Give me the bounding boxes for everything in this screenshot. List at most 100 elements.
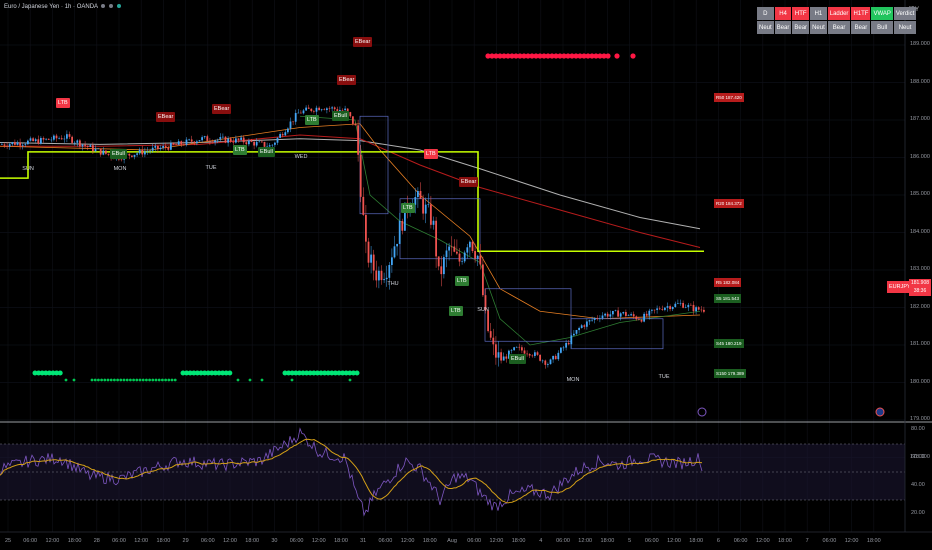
candle-body [518,346,521,348]
candle-body [534,352,536,356]
signal-marker: EBear [459,177,479,187]
candle-body [606,313,609,317]
price-axis-label: 188.000 [910,78,930,85]
candle-body [690,304,692,306]
bar-countdown: 38:36 [913,288,927,294]
price-axis-label: 185.000 [910,191,930,197]
candle-body [94,148,97,152]
candle-body [541,360,544,362]
time-axis-label: 06:00 [556,538,570,544]
signal-marker: EBull [509,354,526,364]
time-axis-label: 6 [716,538,720,544]
candle-body [547,364,549,365]
candle-body [229,138,232,142]
candle-body [560,347,562,353]
candle-body [68,134,71,137]
candle-body [692,304,695,312]
bull-signal-dot-small [141,378,145,382]
bull-signal-dot-small [161,378,164,382]
candle-body [497,352,500,358]
candle-body [297,112,300,114]
bull-signal-dot-small [109,378,113,382]
candle-body [528,354,531,356]
bull-signal-dot [227,370,233,376]
candle-body [203,136,206,138]
session-day-label: SUN [22,166,34,172]
candle-body [320,109,323,111]
signal-marker: EBull [258,147,275,157]
bull-signal-dot-small [64,378,68,382]
candle-body [513,347,515,351]
candle-body [396,243,398,247]
range-box [484,288,572,342]
verdict-table: D H4 HTF H1 Ladder H1TF VWAP Verdict Neut Bear Be… [756,6,917,35]
candle-body [50,139,53,141]
candle-body [417,190,419,197]
candle-body [549,359,552,365]
candle-body [240,137,242,140]
candle-body [315,107,318,112]
candle-body [521,347,523,351]
candle-body [37,139,40,144]
candle-body [461,261,463,262]
candle-body [58,138,60,139]
candle-body [445,250,448,258]
candle-body [34,139,37,142]
candle-body [128,153,131,156]
candle-body [136,153,138,155]
candle-body [697,307,700,310]
candle-body [502,356,505,361]
candle-body [146,151,149,152]
verdict-header-vwap: VWAP [871,7,893,20]
candle-body [557,352,560,360]
signal-dots [32,53,885,417]
candle-body [271,144,274,146]
candle-body [71,136,73,143]
candle-body [515,346,518,348]
candle-body [609,314,612,317]
event-icon [875,407,885,417]
candle-body [580,325,583,328]
candle-body [237,138,240,140]
level-tag: S45 180.219 [714,339,744,348]
candle-body [703,309,705,312]
time-axis-label: 31 [360,538,367,544]
rsi-pane[interactable] [0,427,905,517]
candle-body [76,140,79,143]
candle-body [6,145,8,147]
candle-body [474,251,476,259]
chart-canvas[interactable] [0,0,932,550]
candle-body [567,342,570,345]
price-axis-label: 182.000 [910,303,930,310]
verdict-table-header-row: D H4 HTF H1 Ladder H1TF VWAP Verdict [757,7,917,20]
candle-body [164,146,167,148]
time-axis-label: 06:00 [733,538,748,544]
candle-body [144,151,146,155]
bull-signal-dot-small [72,378,76,382]
time-axis-label: 12:00 [45,538,60,544]
bull-signal-dot-small [138,378,142,382]
candle-body [424,204,427,214]
time-axis-label: 30 [271,538,278,544]
price-axis-label: 189.000 [910,41,930,47]
time-axis-label: 12:00 [400,538,415,544]
signal-marker: EBear [337,75,357,85]
candle-body [489,331,492,338]
verdict-header-h1: H1 [810,7,827,20]
candle-body [227,138,229,143]
candle-body [177,141,180,145]
candle-body [479,255,482,265]
candle-body [635,316,638,320]
candle-body [162,146,164,148]
candle-body [180,141,183,145]
candle-body [617,310,619,317]
candle-body [625,312,627,316]
candle-body [614,310,617,312]
time-axis-label: 28 [93,538,100,544]
signal-marker: EBear [353,37,373,47]
bull-signal-dot-small [236,378,240,382]
candle-body [214,140,216,143]
rsi-axis-label: 20.00 [911,510,925,516]
candle-body [599,318,601,319]
symbol-title[interactable]: Euro / Japanese Yen · 1h · OANDA [4,4,121,10]
